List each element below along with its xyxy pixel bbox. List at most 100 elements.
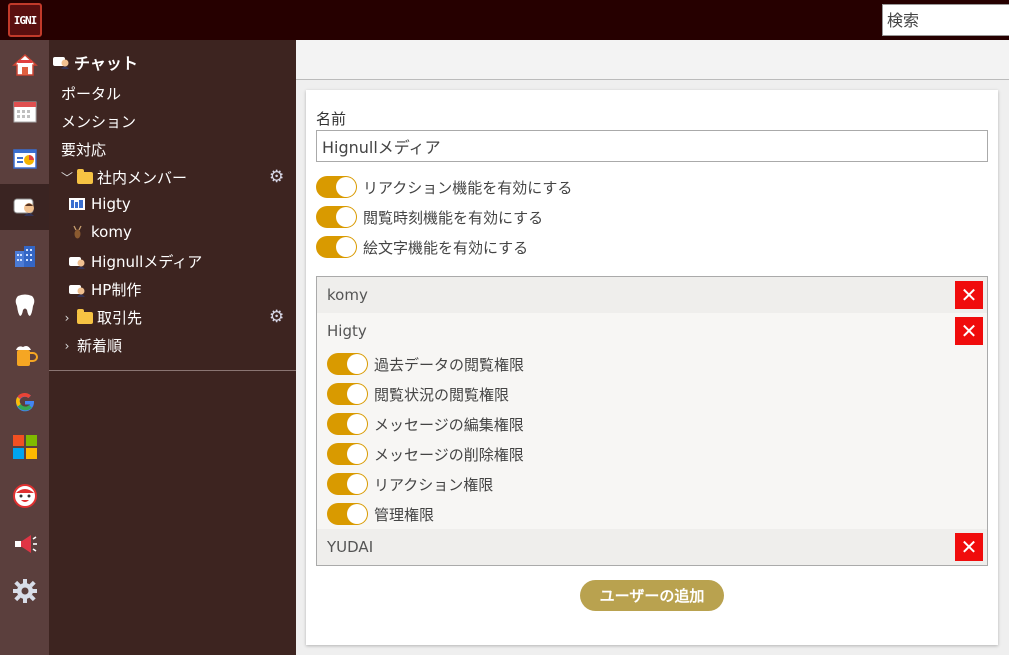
rail-google-button[interactable] [0, 378, 49, 424]
chat-section-title[interactable]: チャット [53, 50, 138, 74]
folder-icon [77, 308, 93, 324]
user-row-yudai[interactable]: YUDAI ✕ [317, 529, 987, 565]
user-name: Higty [327, 322, 367, 340]
emoji-feature-toggle-row[interactable]: 絵文字機能を有効にする [316, 236, 528, 258]
chat-icon [53, 57, 69, 69]
permission-toggle-row[interactable]: 閲覧状況の閲覧権限 [327, 383, 509, 405]
permission-label: メッセージの編集権限 [374, 415, 524, 434]
sidebar-divider [49, 370, 296, 371]
rail-building-button[interactable] [0, 233, 49, 279]
google-icon [15, 392, 34, 412]
channel-users-list: komy ✕ Higty ✕ 過去データの閲覧権限 閲覧状況の閲覧権限 メッセー… [316, 276, 988, 566]
user-row-higty[interactable]: Higty ✕ [317, 313, 987, 349]
permission-toggle-row[interactable]: 過去データの閲覧権限 [327, 353, 524, 375]
sidebar-group-internal-members[interactable]: ﹀ 社内メンバー [61, 167, 187, 188]
permission-label: メッセージの削除権限 [374, 445, 524, 464]
search-input[interactable] [882, 4, 1009, 36]
sidebar-item-portal[interactable]: ポータル [61, 83, 121, 104]
permission-toggle-row[interactable]: メッセージの編集権限 [327, 413, 524, 435]
megaphone-icon [14, 535, 37, 553]
read-time-feature-toggle[interactable] [316, 206, 357, 228]
add-user-button[interactable]: ユーザーの追加 [580, 580, 724, 611]
channel-settings-card: 名前 リアクション機能を有効にする 閲覧時刻機能を有効にする 絵文字機能を有効に… [306, 90, 998, 645]
rail-beer-button[interactable] [0, 332, 49, 378]
sidebar-channel-label: komy [91, 223, 132, 241]
rail-home-button[interactable] [0, 42, 49, 88]
dashboard-icon [12, 149, 37, 169]
rail-calendar-button[interactable] [0, 88, 49, 134]
beer-icon [15, 346, 38, 366]
higty-logo-icon [69, 198, 85, 210]
home-icon [11, 53, 38, 76]
rail-dashboard-button[interactable] [0, 136, 49, 182]
emoji-feature-toggle[interactable] [316, 236, 357, 258]
sidebar-group-clients[interactable]: › 取引先 [61, 307, 142, 328]
top-bar: IGNI [0, 0, 1009, 40]
building-icon [14, 246, 35, 267]
permission-read-status-toggle[interactable] [327, 383, 368, 405]
read-time-feature-toggle-row[interactable]: 閲覧時刻機能を有効にする [316, 206, 543, 228]
sidebar-group-label: 社内メンバー [97, 169, 188, 187]
permission-admin-toggle[interactable] [327, 503, 368, 525]
sidebar-channel-hignull-media[interactable]: Hignullメディア [69, 251, 202, 272]
app-rail [0, 40, 49, 655]
sidebar-channel-label: Hignullメディア [91, 253, 203, 271]
chat-section-label: チャット [74, 54, 138, 73]
chat-icon [69, 256, 85, 269]
remove-user-button[interactable]: ✕ [955, 281, 983, 309]
reaction-feature-toggle-row[interactable]: リアクション機能を有効にする [316, 176, 572, 198]
rail-megaphone-button[interactable] [0, 521, 49, 567]
sidebar-channel-label: Higty [91, 195, 131, 213]
sidebar-group-label: 取引先 [97, 309, 143, 327]
permission-reaction-toggle[interactable] [327, 473, 368, 495]
sidebar-channel-komy[interactable]: komy [69, 223, 132, 241]
permission-label: 過去データの閲覧権限 [374, 355, 525, 374]
rail-settings-button[interactable] [0, 568, 49, 614]
rail-microsoft-button[interactable] [0, 424, 49, 470]
sidebar-item-label: メンション [61, 113, 137, 131]
rail-tooth-button[interactable] [0, 282, 49, 328]
sidebar-item-todo[interactable]: 要対応 [61, 139, 106, 160]
close-icon: ✕ [960, 319, 978, 343]
permission-edit-message-toggle[interactable] [327, 413, 368, 435]
rail-face-button[interactable] [0, 473, 49, 519]
permission-toggle-row[interactable]: リアクション権限 [327, 473, 493, 495]
group-settings-gear-icon[interactable]: ⚙ [269, 307, 284, 327]
toggle-label: リアクション機能を有効にする [363, 178, 573, 197]
name-label: 名前 [316, 110, 347, 128]
tooth-icon [15, 294, 34, 316]
folder-icon [77, 168, 93, 184]
gear-icon [12, 579, 37, 603]
remove-user-button[interactable]: ✕ [955, 317, 983, 345]
permission-label: 閲覧状況の閲覧権限 [374, 385, 510, 404]
sidebar-channel-label: HP制作 [91, 281, 142, 299]
user-name: komy [327, 286, 368, 304]
user-row-komy[interactable]: komy ✕ [317, 277, 987, 313]
deer-icon [73, 225, 82, 239]
toggle-label: 閲覧時刻機能を有効にする [363, 208, 544, 227]
channel-sidebar: チャット ポータル メンション 要対応 ﹀ 社内メンバー ⚙ Higty kom… [49, 40, 296, 655]
group-settings-gear-icon[interactable]: ⚙ [269, 167, 284, 187]
rail-chat-button[interactable] [0, 184, 49, 230]
sidebar-sort-newest[interactable]: › 新着順 [61, 335, 122, 356]
permission-toggle-row[interactable]: メッセージの削除権限 [327, 443, 524, 465]
sidebar-item-label: ポータル [61, 85, 122, 103]
chevron-right-icon: › [64, 338, 70, 353]
channel-name-input[interactable] [316, 130, 988, 162]
app-logo[interactable]: IGNI [8, 3, 42, 37]
sidebar-item-mention[interactable]: メンション [61, 111, 136, 132]
permission-toggle-row[interactable]: 管理権限 [327, 503, 434, 525]
remove-user-button[interactable]: ✕ [955, 533, 983, 561]
close-icon: ✕ [960, 283, 978, 307]
permission-delete-message-toggle[interactable] [327, 443, 368, 465]
close-icon: ✕ [960, 535, 978, 559]
permission-label: 管理権限 [374, 505, 435, 524]
sidebar-channel-higty[interactable]: Higty [69, 195, 131, 213]
sidebar-item-label: 新着順 [77, 337, 123, 355]
sidebar-channel-hp-production[interactable]: HP制作 [69, 279, 141, 300]
reaction-feature-toggle[interactable] [316, 176, 357, 198]
permission-past-data-toggle[interactable] [327, 353, 368, 375]
chat-icon [69, 284, 85, 297]
chevron-right-icon: › [64, 310, 70, 325]
face-icon [12, 484, 37, 508]
